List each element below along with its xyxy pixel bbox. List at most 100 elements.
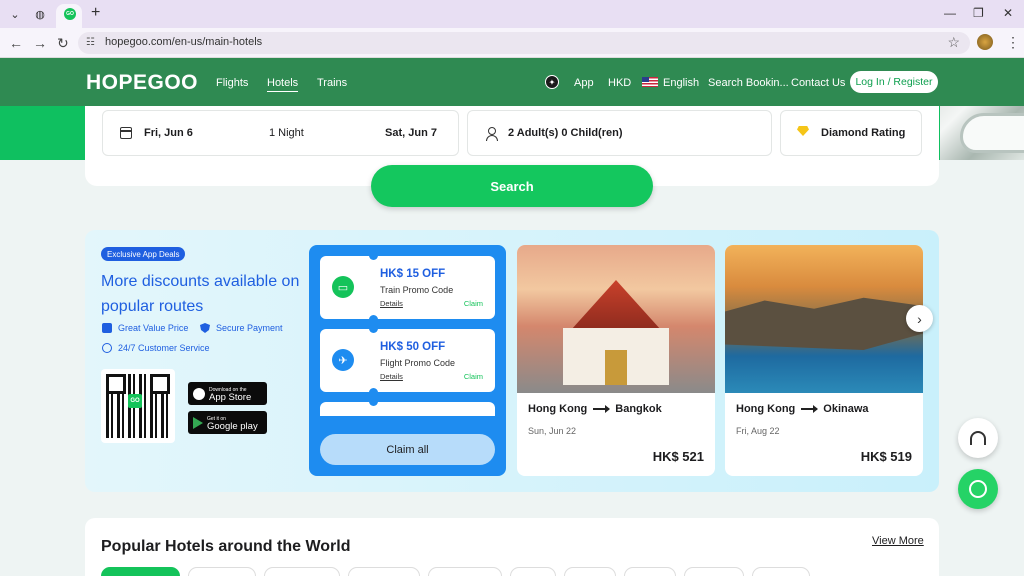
bookmark-star-icon[interactable]: ☆ — [947, 34, 960, 51]
tab-search-icon[interactable]: ⌄ — [6, 5, 24, 23]
coupon-flight: ✈ HK$ 50 OFF Flight Promo Code Details C… — [320, 324, 495, 397]
google-play-label: Google play — [207, 420, 258, 432]
app-store-button[interactable]: Download on the App Store — [188, 382, 267, 405]
city-chip[interactable] — [684, 567, 744, 576]
forward-icon[interactable]: → — [33, 35, 47, 51]
profile-avatar[interactable] — [977, 34, 993, 50]
close-icon[interactable]: ✕ — [1003, 6, 1013, 20]
coupon-label: Flight Promo Code — [380, 358, 456, 368]
whatsapp-button[interactable] — [958, 469, 998, 509]
date-range-field[interactable]: Fri, Jun 6 1 Night Sat, Jun 7 — [102, 110, 459, 156]
tab-favicon-icon: GO — [64, 8, 76, 20]
route-from: Hong Kong — [528, 403, 588, 415]
login-register-button[interactable]: Log In / Register — [850, 71, 938, 93]
hopegoo-logo[interactable]: HOPEGOO — [86, 71, 198, 95]
city-chip[interactable] — [510, 567, 556, 576]
feature-label: Secure Payment — [216, 323, 283, 333]
city-chip[interactable] — [264, 567, 340, 576]
carousel-next-button[interactable]: › — [906, 305, 933, 332]
coupon-label: Train Promo Code — [380, 285, 454, 295]
us-flag-icon — [642, 77, 658, 87]
rating-value: Diamond Rating — [821, 127, 906, 139]
route-card-okinawa[interactable]: Hong Kong Okinawa Fri, Aug 22 HK$ 519 — [725, 245, 923, 476]
okinawa-coast-image — [725, 245, 923, 393]
route-price: HK$ 521 — [652, 449, 704, 464]
view-more-link[interactable]: View More — [872, 535, 924, 547]
customer-support-button[interactable] — [958, 418, 998, 458]
route-card-bangkok[interactable]: Hong Kong Bangkok Sun, Jun 22 HK$ 521 — [517, 245, 715, 476]
back-icon[interactable]: ← — [9, 35, 23, 51]
claim-all-button[interactable]: Claim all — [320, 434, 495, 465]
app-link[interactable]: App — [574, 77, 594, 89]
maximize-icon[interactable]: ❐ — [973, 6, 984, 20]
nav-flights[interactable]: Flights — [216, 77, 248, 89]
city-chip[interactable] — [428, 567, 502, 576]
minimize-icon[interactable]: — — [944, 6, 956, 20]
guests-field[interactable]: 2 Adult(s) 0 Child(ren) — [467, 110, 772, 156]
route-to: Okinawa — [823, 403, 869, 415]
route-date: Sun, Jun 22 — [528, 426, 577, 436]
shield-icon — [200, 323, 210, 333]
site-info-icon[interactable]: ☷ — [86, 37, 95, 48]
coupon-claim-link[interactable]: Claim — [464, 299, 483, 308]
route-from: Hong Kong — [736, 403, 796, 415]
route-to: Bangkok — [615, 403, 662, 415]
coupon-amount: HK$ 50 OFF — [380, 341, 446, 353]
contact-us-link[interactable]: Contact Us — [791, 77, 845, 89]
headset-icon — [102, 343, 112, 353]
diamond-icon — [797, 126, 809, 136]
deals-title: More discounts available on popular rout… — [101, 273, 300, 315]
browser-menu-icon[interactable]: ⋮ — [1006, 34, 1020, 51]
route-cities: Hong Kong Okinawa — [736, 403, 869, 415]
nav-hotels[interactable]: Hotels — [267, 77, 299, 92]
city-chip[interactable] — [348, 567, 420, 576]
feature-secure-payment: Secure Payment — [200, 323, 283, 333]
feature-label: Great Value Price — [118, 323, 189, 333]
headset-icon — [970, 431, 986, 445]
check-in-date: Fri, Jun 6 — [144, 127, 193, 139]
search-bookings-link[interactable]: Search Bookin... — [708, 77, 789, 89]
apple-icon — [193, 387, 205, 400]
currency-selector[interactable]: HKD — [608, 77, 631, 89]
url-text: hopegoo.com/en-us/main-hotels — [105, 36, 263, 48]
popular-hotels-title: Popular Hotels around the World — [101, 538, 351, 555]
city-chip[interactable] — [564, 567, 616, 576]
feature-label: 24/7 Customer Service — [118, 343, 210, 353]
nav-trains[interactable]: Trains — [317, 77, 347, 89]
reload-icon[interactable]: ↻ — [57, 35, 69, 52]
coupon-details-link[interactable]: Details — [380, 372, 403, 381]
browser-tabbar: ⌄ ◍ GO + — ❐ ✕ — [0, 0, 1024, 28]
promo-codes-panel: ▭ HK$ 15 OFF Train Promo Code Details Cl… — [309, 245, 506, 476]
search-button[interactable]: Search — [371, 165, 653, 207]
google-play-button[interactable]: Get it on Google play — [188, 411, 267, 434]
route-arrow-icon — [593, 405, 611, 413]
calendar-icon — [120, 127, 132, 139]
feature-great-value: Great Value Price — [102, 323, 188, 333]
route-cities: Hong Kong Bangkok — [528, 403, 662, 415]
url-field[interactable]: ☷ hopegoo.com/en-us/main-hotels ☆ — [78, 32, 970, 54]
feature-customer-service: 24/7 Customer Service — [102, 343, 210, 353]
route-arrow-icon — [801, 405, 819, 413]
route-price: HK$ 519 — [860, 449, 912, 464]
qr-logo-icon: GO — [128, 394, 142, 408]
app-store-label: App Store — [209, 391, 252, 403]
address-bar: ← → ↻ ☷ hopegoo.com/en-us/main-hotels ☆ — [0, 28, 1024, 58]
rating-field[interactable]: Diamond Rating — [780, 110, 922, 156]
check-out-date: Sat, Jun 7 — [385, 127, 437, 139]
coupon-details-link[interactable]: Details — [380, 299, 403, 308]
language-selector[interactable]: English — [663, 77, 699, 89]
new-tab-button[interactable]: + — [91, 4, 100, 22]
guest-icon — [485, 127, 498, 141]
city-chip[interactable] — [752, 567, 810, 576]
coupon-claim-link[interactable]: Claim — [464, 372, 483, 381]
site-header: HOPEGOO Flights Hotels Trains ✦ App HKD … — [0, 58, 1024, 106]
city-chip[interactable] — [188, 567, 256, 576]
city-chip[interactable] — [624, 567, 676, 576]
coupon-train: ▭ HK$ 15 OFF Train Promo Code Details Cl… — [320, 251, 495, 324]
app-qr-icon[interactable]: ✦ — [545, 75, 559, 89]
inactive-tab-icon[interactable]: ◍ — [31, 5, 49, 23]
bangkok-temple-image — [517, 245, 715, 393]
coupon-amount: HK$ 15 OFF — [380, 268, 446, 280]
guests-value: 2 Adult(s) 0 Child(ren) — [508, 127, 623, 139]
city-chip[interactable] — [101, 567, 180, 576]
